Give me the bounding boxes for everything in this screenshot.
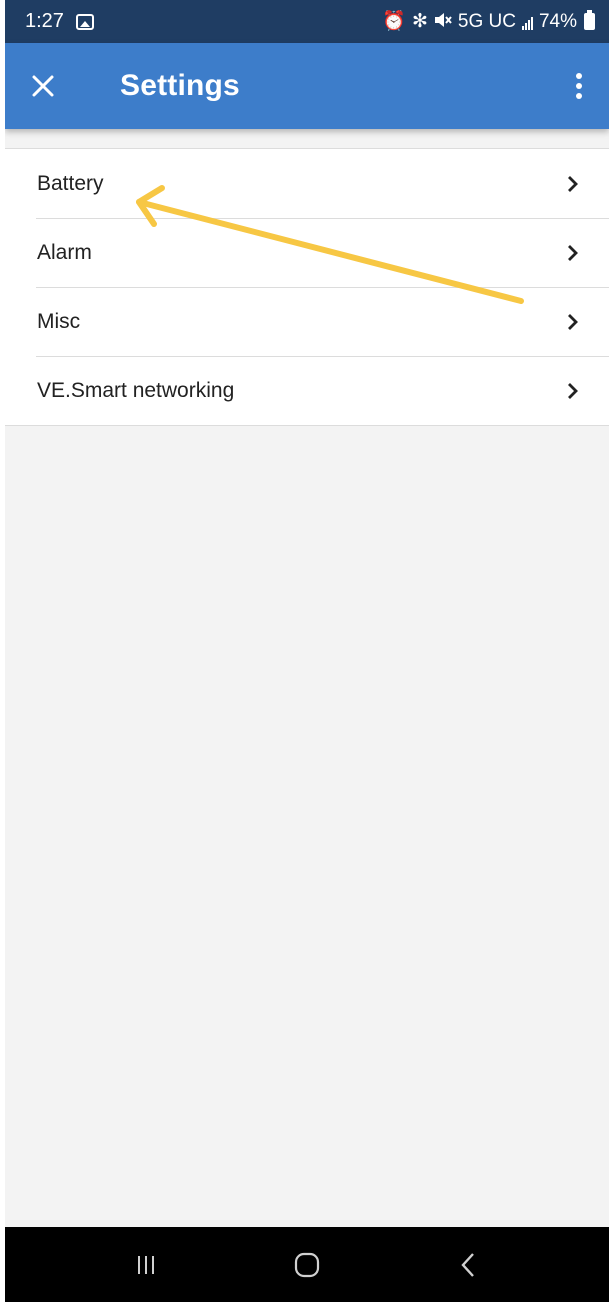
back-button[interactable] [438,1235,498,1295]
menu-item-battery[interactable]: Battery [5,149,609,218]
menu-item-label: Misc [37,309,81,333]
menu-item-label: Battery [37,171,104,195]
chevron-right-icon [567,382,579,400]
status-bar: 1:27 ⏰ ✻ 5G UC 74% [5,0,609,43]
status-time: 1:27 [25,10,64,32]
menu-item-alarm[interactable]: Alarm [5,218,609,287]
phone-screen: 1:27 ⏰ ✻ 5G UC 74% Settings Battery Alar… [5,0,609,1302]
mute-icon [434,12,452,32]
menu-item-misc[interactable]: Misc [5,287,609,356]
chevron-right-icon [567,175,579,193]
gallery-icon [75,13,94,30]
battery-icon [584,10,595,30]
app-bar: Settings [5,43,609,129]
navigation-bar [5,1227,609,1302]
close-button[interactable] [5,43,81,129]
chevron-right-icon [567,244,579,262]
battery-percent: 74% [538,10,577,32]
menu-item-label: VE.Smart networking [37,378,235,402]
signal-icon [521,14,533,30]
menu-item-label: Alarm [37,240,92,264]
more-vert-icon [576,73,582,79]
network-type: 5G UC [457,10,516,32]
bluetooth-icon: ✻ [411,11,428,32]
home-icon [294,1252,320,1277]
menu-item-ve-smart-networking[interactable]: VE.Smart networking [5,356,609,425]
home-button[interactable] [277,1235,337,1295]
chevron-right-icon [567,313,579,331]
page-title: Settings [120,69,240,102]
back-icon [461,1252,475,1277]
settings-menu: Battery Alarm Misc VE.Smart networking [5,148,609,426]
recent-apps-button[interactable] [116,1235,176,1295]
close-icon [32,75,54,97]
recent-apps-icon [137,1255,154,1274]
alarm-icon: ⏰ [382,11,406,32]
more-options-button[interactable] [549,43,609,129]
